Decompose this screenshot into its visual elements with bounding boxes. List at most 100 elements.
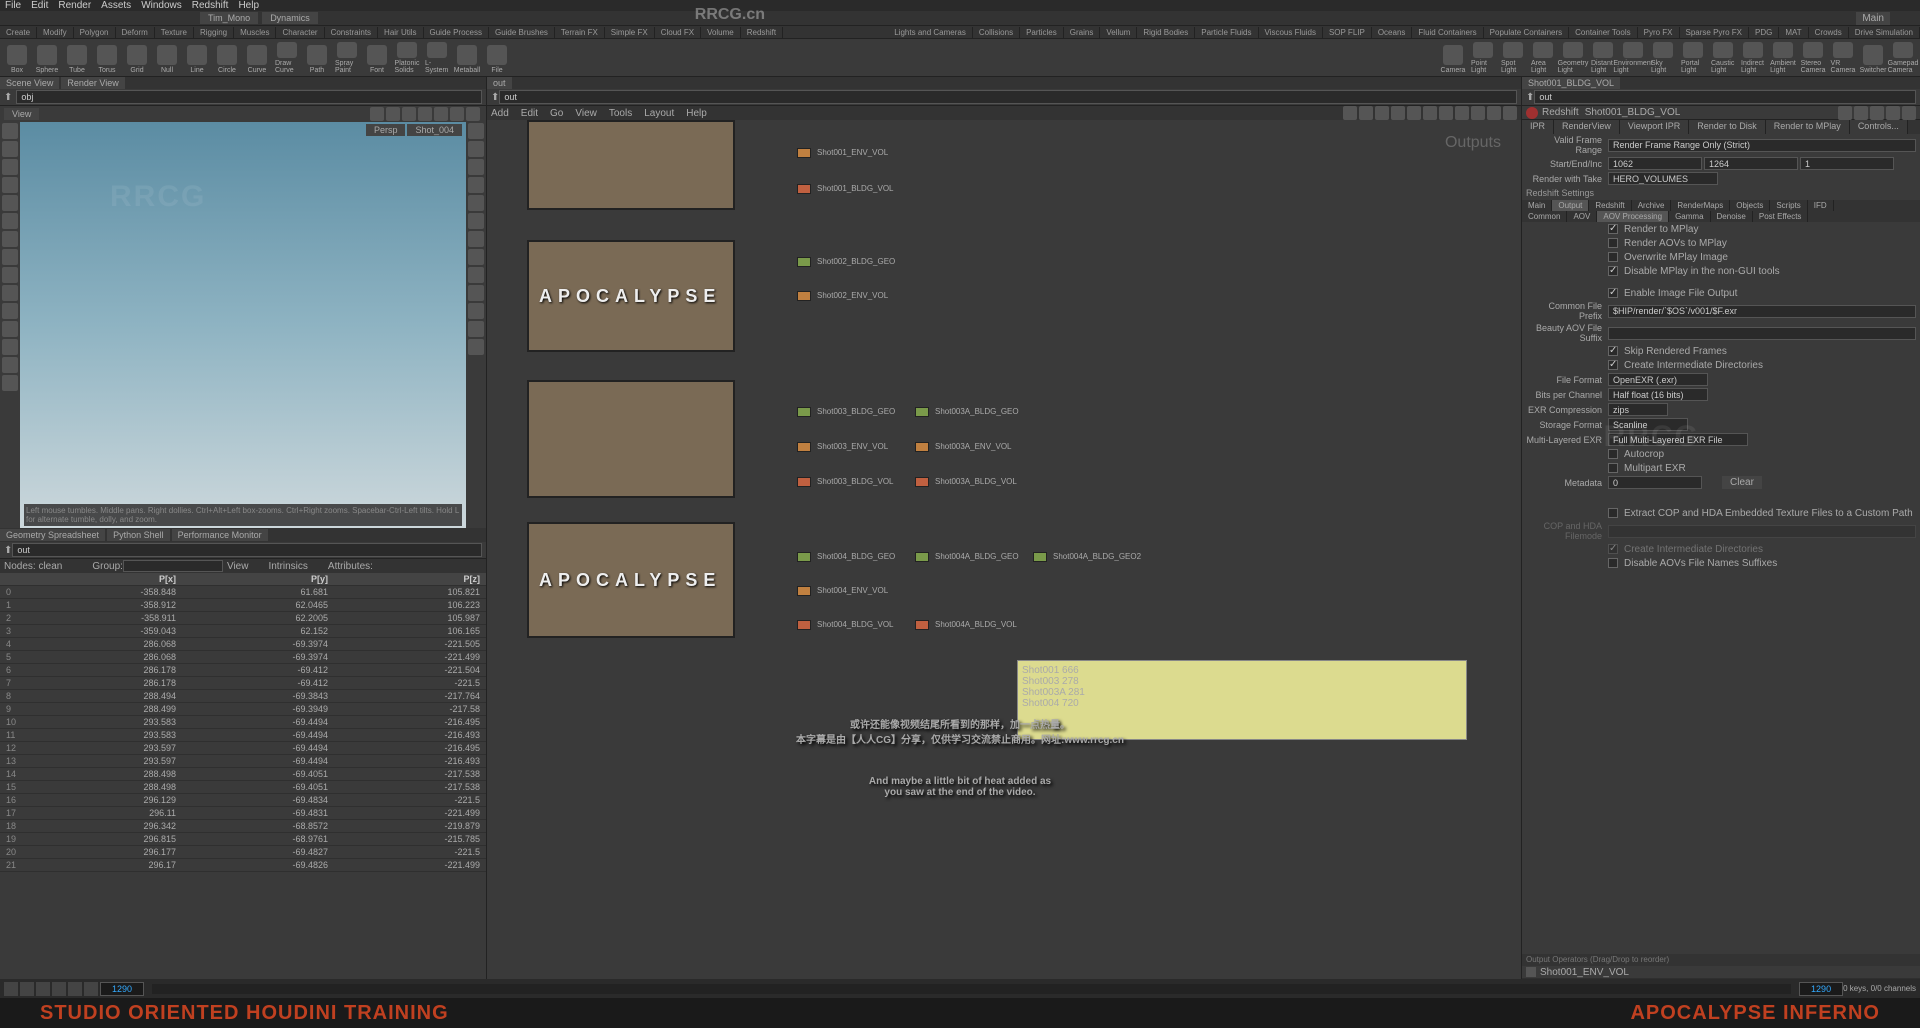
display-icon[interactable] [468, 321, 484, 337]
parm-subtab[interactable]: Objects [1730, 200, 1770, 211]
first-frame-button[interactable] [4, 982, 18, 996]
group-input[interactable] [123, 560, 223, 572]
shelf-set[interactable]: Muscles [234, 27, 276, 38]
render-thumbnail[interactable] [527, 120, 735, 210]
parm-subtab[interactable]: IFD [1808, 200, 1834, 211]
rop-node[interactable] [797, 148, 811, 158]
tab-spreadsheet[interactable]: Geometry Spreadsheet [0, 529, 105, 541]
camera-persp[interactable]: Persp [366, 124, 406, 136]
shelf-tool[interactable]: Ambient Light [1771, 42, 1795, 74]
desktop-main[interactable]: Main [1856, 12, 1890, 25]
rop-node[interactable] [797, 442, 811, 452]
check-enable-output[interactable] [1608, 288, 1618, 298]
menu-render[interactable]: Render [58, 0, 91, 11]
rop-node[interactable] [915, 442, 929, 452]
vp-tool-icon[interactable] [450, 107, 464, 121]
parm-subtab[interactable]: Gamma [1669, 211, 1710, 222]
compression-input[interactable] [1608, 403, 1668, 416]
shelf-set[interactable]: Rigging [194, 27, 234, 38]
shelf-set[interactable]: Create [0, 27, 37, 38]
3d-viewport[interactable]: Persp Shot_004 Left mouse tumbles. Middl… [20, 122, 466, 528]
parm-subtab[interactable]: Denoise [1711, 211, 1753, 222]
net-toolbar-icon[interactable] [1359, 106, 1373, 120]
shelf-set[interactable]: Deform [116, 27, 155, 38]
shelf-tool[interactable]: Environment Light [1621, 42, 1645, 74]
spread-path-input[interactable] [12, 543, 482, 557]
shelf-set[interactable]: Volume [701, 27, 741, 38]
shelf-set[interactable]: Guide Brushes [489, 27, 555, 38]
table-row[interactable]: 7286.178-69.412-221.5 [0, 677, 486, 690]
tool-icon[interactable] [2, 195, 18, 211]
tab-controls[interactable]: Controls... [1850, 120, 1908, 134]
rop-node[interactable] [797, 620, 811, 630]
desktop-tab[interactable]: Tim_Mono [200, 12, 258, 24]
parm-subtab[interactable]: RenderMaps [1671, 200, 1730, 211]
shelf-set[interactable]: Populate Containers [1484, 27, 1570, 38]
network-path-input[interactable] [499, 90, 1517, 104]
net-toolbar-icon[interactable] [1487, 106, 1501, 120]
shelf-tool[interactable]: Metaball [455, 42, 479, 74]
shelf-set[interactable]: Texture [155, 27, 194, 38]
table-row[interactable]: 6286.178-69.412-221.504 [0, 664, 486, 677]
tab-perf-monitor[interactable]: Performance Monitor [172, 529, 268, 541]
parm-path-input[interactable] [1534, 90, 1916, 104]
shelf-set[interactable]: Polygon [74, 27, 116, 38]
column-header[interactable]: P[y] [182, 573, 334, 586]
file-format-input[interactable] [1608, 373, 1708, 386]
tool-icon[interactable] [2, 213, 18, 229]
table-row[interactable]: 3-359.04362.152106.165 [0, 625, 486, 638]
shelf-tool[interactable]: Draw Curve [275, 42, 299, 74]
display-icon[interactable] [468, 123, 484, 139]
tab-render-view[interactable]: Render View [61, 77, 124, 89]
parm-node-name[interactable]: Shot001_BLDG_VOL [1585, 107, 1681, 118]
tool-icon[interactable] [2, 357, 18, 373]
net-menu-go[interactable]: Go [550, 108, 563, 119]
table-row[interactable]: 9288.499-69.3949-217.58 [0, 703, 486, 716]
menu-edit[interactable]: Edit [31, 0, 48, 11]
frame-end-input[interactable] [1799, 982, 1843, 996]
parm-hdr-icon[interactable] [1870, 106, 1884, 120]
valid-frame-input[interactable] [1608, 139, 1916, 152]
common-prefix-input[interactable] [1608, 305, 1916, 318]
display-icon[interactable] [468, 195, 484, 211]
camera-shot[interactable]: Shot_004 [407, 124, 462, 136]
rop-node[interactable] [797, 257, 811, 267]
tab-scene-view[interactable]: Scene View [0, 77, 59, 89]
desktop-tab[interactable]: Dynamics [262, 12, 318, 24]
net-toolbar-icon[interactable] [1439, 106, 1453, 120]
shelf-set[interactable]: Pyro FX [1638, 27, 1680, 38]
shelf-tool[interactable]: Font [365, 42, 389, 74]
vp-tool-icon[interactable] [370, 107, 384, 121]
shelf-tool[interactable]: Box [5, 42, 29, 74]
shelf-set[interactable]: Rigid Bodies [1137, 27, 1195, 38]
rop-node[interactable] [797, 477, 811, 487]
parm-hdr-icon[interactable] [1838, 106, 1852, 120]
last-frame-button[interactable] [84, 982, 98, 996]
shelf-set[interactable]: Vellum [1100, 27, 1137, 38]
table-row[interactable]: 15288.498-69.4051-217.538 [0, 781, 486, 794]
shelf-set[interactable]: Simple FX [605, 27, 655, 38]
parm-subtab[interactable]: Output [1552, 200, 1589, 211]
geometry-spreadsheet[interactable]: P[x]P[y]P[z]0-358.84861.681105.8211-358.… [0, 573, 486, 979]
check-skip-rendered[interactable] [1608, 346, 1618, 356]
checkbox[interactable] [1608, 252, 1618, 262]
table-row[interactable]: 21296.17-69.4826-221.499 [0, 859, 486, 872]
output-operator-item[interactable]: Shot001_ENV_VOL [1522, 966, 1920, 979]
timeline-track[interactable] [152, 984, 1791, 994]
checkbox[interactable] [1608, 266, 1618, 276]
shelf-tool[interactable]: Null [155, 42, 179, 74]
table-row[interactable]: 16296.129-69.4834-221.5 [0, 794, 486, 807]
net-toolbar-icon[interactable] [1407, 106, 1421, 120]
rop-node[interactable] [797, 291, 811, 301]
table-row[interactable]: 2-358.91162.2005105.987 [0, 612, 486, 625]
table-row[interactable]: 14288.498-69.4051-217.538 [0, 768, 486, 781]
rop-node[interactable] [797, 552, 811, 562]
shelf-set[interactable]: Grains [1064, 27, 1101, 38]
tool-icon[interactable] [2, 123, 18, 139]
parm-subtab[interactable]: Main [1522, 200, 1552, 211]
shelf-tool[interactable]: Torus [95, 42, 119, 74]
view-dropdown[interactable]: View [227, 561, 249, 572]
menu-redshift[interactable]: Redshift [192, 0, 229, 11]
shelf-set[interactable]: Terrain FX [555, 27, 605, 38]
shelf-set[interactable]: SOP FLIP [1323, 27, 1372, 38]
